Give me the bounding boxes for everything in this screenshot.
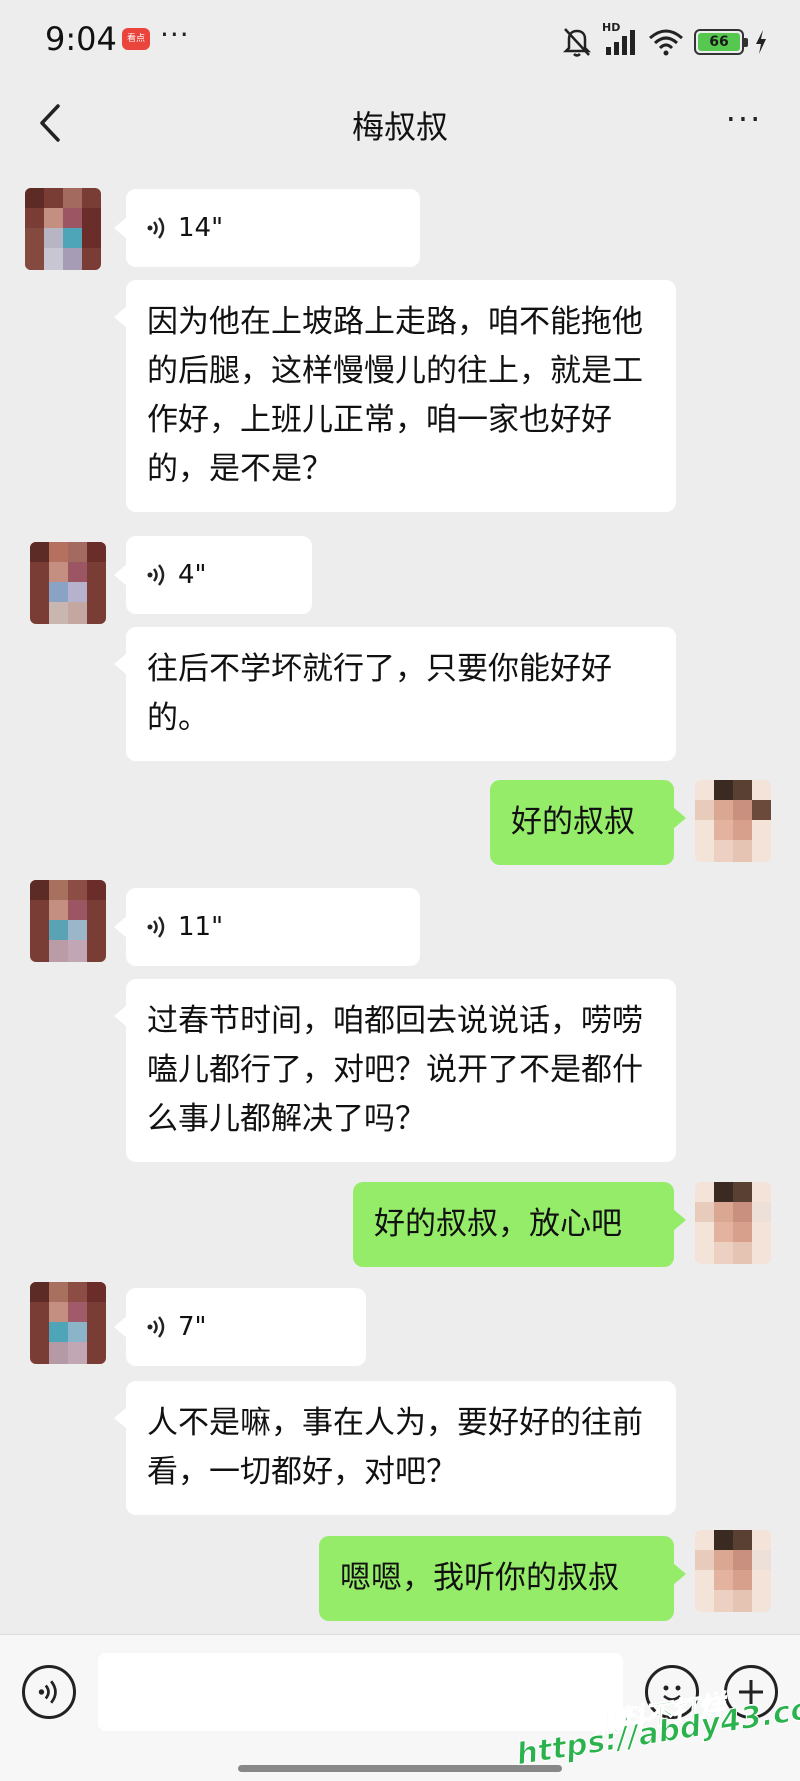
message-text: 过春节时间，咱都回去说说话，唠唠嗑儿都行了，对吧？说开了不是都什么事儿都解决了吗…	[147, 1003, 643, 1137]
battery-icon: 66	[694, 29, 748, 55]
app-notification-icon: 看点	[122, 28, 150, 50]
voice-duration: 14"	[178, 213, 224, 243]
voice-message[interactable]: 7"	[114, 1288, 366, 1366]
battery-level: 66	[698, 33, 740, 51]
voice-wave-icon	[147, 564, 165, 586]
message-text: 因为他在上坡路上走路，咱不能拖他的后腿，这样慢慢儿的往上，就是工作好，上班儿正常…	[147, 304, 643, 487]
message-bubble-outgoing[interactable]: 嗯嗯，我听你的叔叔	[319, 1536, 686, 1621]
chat-messages: 14" 因为他在上坡路上走路，咱不能拖他的后腿，这样慢慢儿的往上，就是工作好，上…	[0, 166, 800, 1634]
home-indicator[interactable]	[238, 1765, 562, 1772]
emoji-button[interactable]	[645, 1665, 699, 1719]
message-bubble-outgoing[interactable]: 好的叔叔	[490, 780, 686, 865]
voice-wave-icon	[147, 217, 165, 239]
voice-wave-icon	[147, 1316, 165, 1338]
chat-header: 梅叔叔 ···	[0, 84, 800, 166]
contact-avatar[interactable]	[30, 1282, 106, 1364]
message-text-input[interactable]	[98, 1653, 623, 1731]
message-bubble-incoming[interactable]: 因为他在上坡路上走路，咱不能拖他的后腿，这样慢慢儿的往上，就是工作好，上班儿正常…	[114, 280, 676, 512]
contact-avatar[interactable]	[30, 880, 106, 962]
my-avatar[interactable]	[695, 780, 771, 862]
more-notifications-icon: ···	[160, 18, 190, 51]
my-avatar[interactable]	[695, 1530, 771, 1612]
message-text: 人不是嘛，事在人为，要好好的往前看，一切都好，对吧？	[147, 1405, 643, 1490]
network-label: HD	[602, 21, 621, 34]
status-bar: 9:04 看点 ··· HD 66	[0, 0, 800, 84]
back-arrow-icon	[40, 104, 60, 142]
message-text: 嗯嗯，我听你的叔叔	[340, 1560, 619, 1596]
message-input-bar	[0, 1634, 800, 1781]
message-bubble-incoming[interactable]: 过春节时间，咱都回去说说话，唠唠嗑儿都行了，对吧？说开了不是都什么事儿都解决了吗…	[114, 979, 676, 1162]
status-indicators: HD 66	[562, 21, 768, 62]
voice-wave-icon	[147, 916, 165, 938]
voice-input-button[interactable]	[22, 1665, 76, 1719]
message-bubble-incoming[interactable]: 往后不学坏就行了，只要你能好好的。	[114, 627, 676, 761]
message-text: 往后不学坏就行了，只要你能好好的。	[147, 651, 612, 736]
charging-icon	[756, 30, 766, 54]
voice-duration: 11"	[178, 912, 224, 942]
plus-icon	[739, 1680, 763, 1704]
signal-icon: HD	[602, 21, 638, 57]
status-time: 9:04	[45, 20, 117, 58]
voice-duration: 4"	[178, 560, 207, 590]
voice-input-icon	[38, 1680, 57, 1704]
contact-avatar[interactable]	[30, 542, 106, 624]
mute-bell-icon	[562, 28, 592, 57]
my-avatar[interactable]	[695, 1182, 771, 1264]
add-more-button[interactable]	[724, 1665, 778, 1719]
voice-duration: 7"	[178, 1312, 207, 1342]
voice-message[interactable]: 14"	[114, 189, 420, 267]
more-options-button[interactable]: ···	[716, 103, 772, 144]
emoji-icon	[663, 1685, 681, 1701]
voice-message[interactable]: 11"	[114, 888, 420, 966]
back-button[interactable]	[28, 98, 78, 148]
message-text: 好的叔叔，放心吧	[374, 1206, 622, 1242]
message-bubble-outgoing[interactable]: 好的叔叔，放心吧	[353, 1182, 686, 1267]
wifi-icon	[649, 29, 683, 56]
message-bubble-incoming[interactable]: 人不是嘛，事在人为，要好好的往前看，一切都好，对吧？	[114, 1381, 676, 1515]
contact-avatar[interactable]	[25, 188, 101, 270]
voice-message[interactable]: 4"	[114, 536, 312, 614]
message-text: 好的叔叔	[511, 804, 635, 840]
chat-title: 梅叔叔	[351, 108, 448, 146]
